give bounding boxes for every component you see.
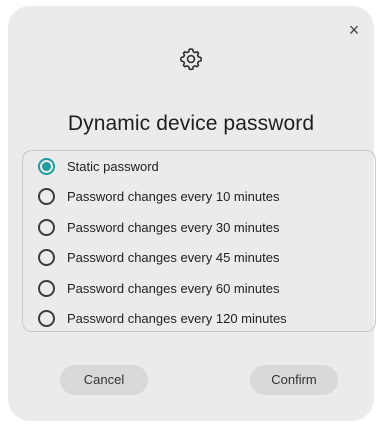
option-120-minutes[interactable]: Password changes every 120 minutes: [23, 304, 375, 335]
cancel-button[interactable]: Cancel: [60, 365, 148, 395]
radio-button[interactable]: [38, 249, 55, 267]
option-label: Password changes every 120 minutes: [67, 311, 287, 327]
close-icon[interactable]: ×: [344, 20, 364, 40]
radio-button[interactable]: [38, 188, 55, 206]
option-label: Password changes every 30 minutes: [67, 219, 280, 235]
password-option-group: Static password Password changes every 1…: [22, 150, 376, 332]
option-45-minutes[interactable]: Password changes every 45 minutes: [23, 243, 375, 274]
password-dialog: × Dynamic device password Static passwor…: [8, 6, 376, 421]
option-10-minutes[interactable]: Password changes every 10 minutes: [23, 182, 375, 213]
option-static-password[interactable]: Static password: [23, 151, 375, 182]
option-label: Password changes every 45 minutes: [67, 250, 280, 266]
radio-button-selected[interactable]: [38, 157, 55, 175]
gear-icon: [178, 46, 204, 72]
option-30-minutes[interactable]: Password changes every 30 minutes: [23, 212, 375, 243]
radio-button[interactable]: [38, 218, 55, 236]
dialog-title: Dynamic device password: [67, 112, 315, 135]
option-label: Password changes every 10 minutes: [67, 189, 280, 205]
option-label: Password changes every 60 minutes: [67, 280, 280, 296]
radio-button[interactable]: [38, 310, 55, 328]
confirm-button[interactable]: Confirm: [250, 365, 338, 395]
option-label: Static password: [67, 158, 159, 174]
option-60-minutes[interactable]: Password changes every 60 minutes: [23, 273, 375, 304]
radio-button[interactable]: [38, 279, 55, 297]
